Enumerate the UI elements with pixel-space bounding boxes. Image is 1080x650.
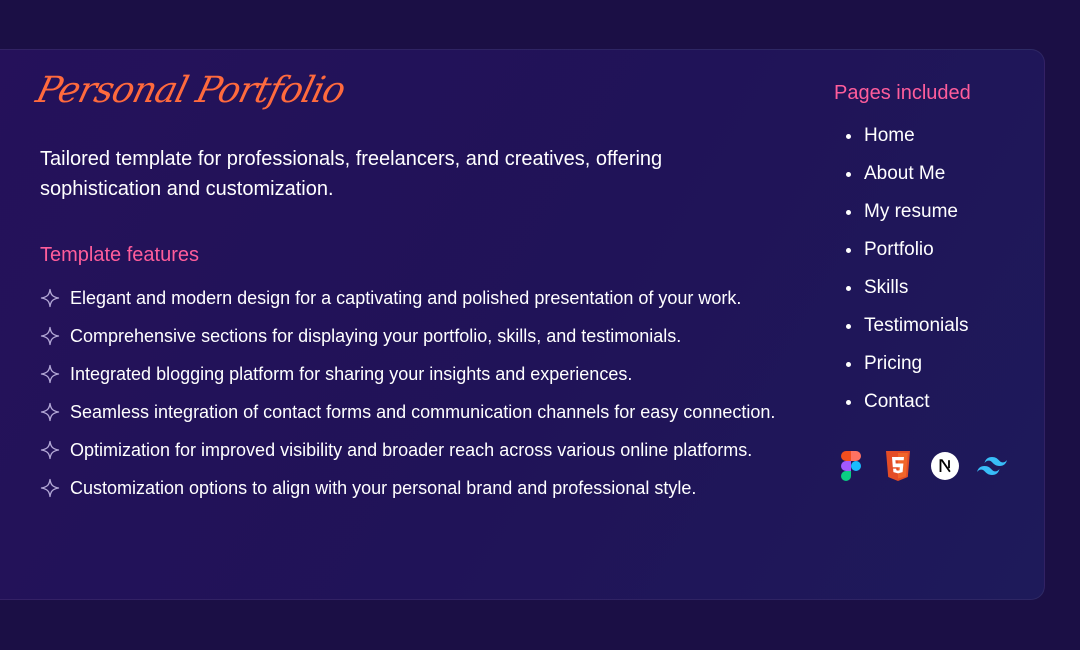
page-item-skills: Skills: [846, 276, 969, 314]
sparkle-icon: [40, 478, 60, 498]
sparkle-icon: [40, 402, 60, 422]
feature-text: Comprehensive sections for displaying yo…: [70, 326, 682, 346]
bullet: [846, 286, 851, 291]
feature-text: Seamless integration of contact forms an…: [70, 402, 776, 422]
feature-item: Elegant and modern design for a captivat…: [40, 286, 780, 310]
feature-list: Elegant and modern design for a captivat…: [40, 286, 780, 514]
bullet: [846, 400, 851, 405]
sparkle-icon: [40, 326, 60, 346]
bullet: [846, 362, 851, 367]
page-item-label: Skills: [864, 277, 909, 298]
feature-item: Integrated blogging platform for sharing…: [40, 362, 780, 386]
bullet: [846, 324, 851, 329]
page-item-label: About Me: [864, 163, 946, 184]
page-item-contact: Contact: [846, 390, 969, 428]
html5-icon: [883, 451, 913, 481]
page-item-label: Portfolio: [864, 239, 934, 260]
page-item-about-me: About Me: [846, 162, 969, 200]
page-item-home: Home: [846, 124, 969, 162]
feature-text: Elegant and modern design for a captivat…: [70, 288, 742, 308]
features-heading: Template features: [40, 244, 199, 266]
bullet: [846, 134, 851, 139]
feature-text: Optimization for improved visibility and…: [70, 440, 753, 460]
page-item-testimonials: Testimonials: [846, 314, 969, 352]
sparkle-icon: [40, 440, 60, 460]
tailwind-icon: [977, 451, 1007, 481]
page: Personal Portfolio Tailored template for…: [0, 0, 1080, 650]
page-item-portfolio: Portfolio: [846, 238, 969, 276]
feature-item: Optimization for improved visibility and…: [40, 438, 780, 462]
page-title: Personal Portfolio: [32, 70, 349, 111]
pages-heading: Pages included: [834, 82, 971, 104]
bullet: [846, 210, 851, 215]
pages-list: Home About Me My resume Portfolio Skills…: [846, 124, 969, 428]
page-item-pricing: Pricing: [846, 352, 969, 390]
page-item-label: Home: [864, 125, 915, 146]
feature-item: Customization options to align with your…: [40, 476, 780, 500]
page-item-label: Contact: [864, 391, 930, 412]
page-item-label: My resume: [864, 201, 958, 222]
figma-icon: [836, 451, 866, 481]
tech-stack-icons: [836, 451, 1024, 481]
page-item-label: Testimonials: [864, 315, 969, 336]
bullet: [846, 248, 851, 253]
feature-text: Customization options to align with your…: [70, 478, 697, 498]
bullet: [846, 172, 851, 177]
page-item-label: Pricing: [864, 353, 923, 374]
feature-item: Comprehensive sections for displaying yo…: [40, 324, 780, 348]
feature-text: Integrated blogging platform for sharing…: [70, 364, 633, 384]
page-item-my-resume: My resume: [846, 200, 969, 238]
feature-item: Seamless integration of contact forms an…: [40, 400, 780, 424]
sparkle-icon: [40, 288, 60, 308]
nextjs-icon: [930, 451, 960, 481]
template-description: Tailored template for professionals, fre…: [40, 148, 663, 200]
sparkle-icon: [40, 364, 60, 384]
